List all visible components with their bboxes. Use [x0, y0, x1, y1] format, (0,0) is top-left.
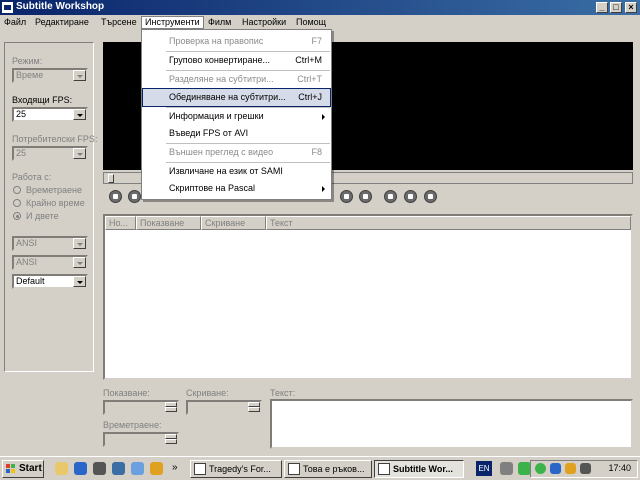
keyboard-icon[interactable] [500, 462, 513, 475]
menu-item-spell-check[interactable]: Проверка на правопис F7 [143, 33, 330, 50]
show-time-field[interactable] [103, 400, 179, 415]
desktop-icon[interactable] [112, 462, 125, 475]
radio-end-time-label: Крайно време [26, 198, 85, 208]
chevron-down-icon [73, 257, 86, 268]
window-icon [194, 463, 206, 475]
task-tragedys[interactable]: Tragedy's For... [190, 460, 282, 478]
network-icon[interactable] [535, 463, 546, 474]
menu-item-split-subtitles[interactable]: Разделяне на субтитри... Ctrl+T [143, 71, 330, 88]
forward-button[interactable] [359, 190, 372, 203]
menu-item-batch-convert[interactable]: Групово конвертиране... Ctrl+M [143, 52, 330, 69]
set-hide-button[interactable] [404, 190, 417, 203]
column-text[interactable]: Текст [266, 216, 631, 230]
start-subtitle-button[interactable] [424, 190, 437, 203]
input-fps-select[interactable]: 25 [12, 107, 88, 122]
subtitle-list-header: Но... Показване Скриване Текст [105, 216, 631, 230]
subtitle-text-field[interactable] [270, 399, 633, 449]
close-button[interactable]: × [625, 2, 637, 13]
tray-icon[interactable] [565, 463, 576, 474]
rewind-button[interactable] [340, 190, 353, 203]
menu-item-info-errors[interactable]: Информация и грешки [143, 108, 330, 125]
mode-select[interactable]: Време [12, 68, 88, 83]
chevron-right-icon[interactable]: » [172, 462, 178, 473]
chevron-down-icon [73, 148, 86, 159]
windows-logo-icon [6, 464, 15, 473]
user-fps-label: Потребителски FPS: [12, 134, 98, 144]
seek-thumb[interactable] [108, 174, 114, 183]
radio-end-time[interactable] [13, 199, 21, 207]
hide-label: Скриване: [186, 388, 229, 398]
chevron-down-icon [73, 238, 86, 249]
spin-down-icon[interactable] [165, 407, 177, 412]
chevron-down-icon [73, 70, 86, 81]
spin-down-icon[interactable] [248, 407, 260, 412]
task-document[interactable]: Това е ръков... [284, 460, 372, 478]
set-show-button[interactable] [384, 190, 397, 203]
chevron-down-icon [73, 276, 86, 287]
player-icon[interactable] [150, 462, 163, 475]
menu-search[interactable]: Търсене [98, 16, 140, 29]
play-button[interactable] [109, 190, 122, 203]
system-tray: 17:40 [530, 460, 638, 478]
clock[interactable]: 17:40 [608, 463, 631, 473]
media-icon[interactable] [93, 462, 106, 475]
folder-icon[interactable] [55, 462, 68, 475]
tools-menu: Проверка на правопис F7 Групово конвертир… [141, 29, 332, 200]
menu-settings[interactable]: Настройки [239, 16, 289, 29]
encoding-select-2[interactable]: ANSI [12, 255, 88, 270]
submenu-arrow-icon [322, 186, 325, 192]
maximize-button[interactable]: □ [610, 2, 622, 13]
window-title: Subtitle Workshop [16, 1, 105, 12]
subtitle-list[interactable]: Но... Показване Скриване Текст [103, 214, 633, 380]
radio-both-label: И двете [26, 211, 59, 221]
title-bar: Subtitle Workshop _ □ × [0, 0, 640, 15]
column-show[interactable]: Показване [136, 216, 201, 230]
volume-icon[interactable] [580, 463, 591, 474]
window-icon [378, 463, 390, 475]
app-icon [2, 2, 13, 13]
browser-icon[interactable] [74, 462, 87, 475]
start-button[interactable]: Start [2, 460, 44, 478]
radio-duration[interactable] [13, 186, 21, 194]
encoding-select-1[interactable]: ANSI [12, 236, 88, 251]
input-fps-label: Входящи FPS: [12, 95, 73, 105]
column-hide[interactable]: Скриване [201, 216, 266, 230]
taskbar: Start » Tragedy's For... Това е ръков...… [0, 456, 640, 480]
work-with-label: Работа с: [12, 172, 52, 182]
app-icon[interactable] [131, 462, 144, 475]
user-fps-select[interactable]: 25 [12, 146, 88, 161]
column-number[interactable]: Но... [105, 216, 136, 230]
document-icon [288, 463, 300, 475]
radio-both[interactable] [13, 212, 21, 220]
submenu-arrow-icon [322, 114, 325, 120]
tray-icon[interactable] [550, 463, 561, 474]
menu-tools[interactable]: Инструменти [141, 16, 204, 29]
mode-label: Режим: [12, 56, 43, 66]
start-label: Start [19, 463, 42, 474]
menu-item-join-subtitles[interactable]: Обединяване на субтитри... Ctrl+J [142, 88, 331, 107]
duration-field[interactable] [103, 432, 179, 447]
stop-button[interactable] [128, 190, 141, 203]
menu-file[interactable]: Файл [1, 16, 29, 29]
menu-edit[interactable]: Редактиране [32, 16, 92, 29]
spin-down-icon[interactable] [165, 439, 177, 444]
menu-item-pascal-scripts[interactable]: Скриптове на Pascal [143, 180, 330, 197]
minimize-button[interactable]: _ [596, 2, 608, 13]
menu-item-fps-from-avi[interactable]: Въведи FPS от AVI [143, 125, 330, 142]
menu-bar: Файл Редактиране Търсене Инструменти Фил… [0, 15, 640, 30]
style-select[interactable]: Default [12, 274, 88, 289]
menu-movie[interactable]: Филм [205, 16, 234, 29]
duration-label: Времетраене: [103, 420, 162, 430]
language-indicator[interactable]: EN [476, 461, 492, 476]
radio-duration-label: Времетраене [26, 185, 83, 195]
show-label: Показване: [103, 388, 150, 398]
text-label: Текст: [270, 388, 296, 398]
menu-item-external-preview[interactable]: Външен преглед с видео F8 [143, 144, 330, 161]
task-subtitle-workshop[interactable]: Subtitle Wor... [374, 460, 464, 478]
chevron-down-icon [73, 109, 86, 120]
hide-time-field[interactable] [186, 400, 262, 415]
menu-item-extract-sami[interactable]: Извличане на език от SAMI [143, 163, 330, 180]
menu-help[interactable]: Помощ [293, 16, 329, 29]
